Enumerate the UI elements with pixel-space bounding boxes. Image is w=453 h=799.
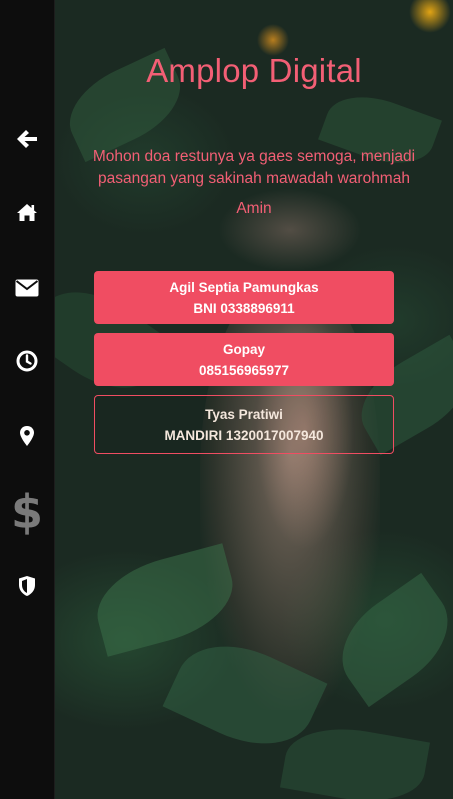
sidebar-nav: $ xyxy=(0,0,55,799)
account-number: MANDIRI 1320017007940 xyxy=(164,427,324,443)
page-title: Amplop Digital xyxy=(146,52,362,89)
location-button[interactable] xyxy=(0,416,54,456)
account-holder-name: Tyas Pratiwi xyxy=(205,406,283,422)
account-card-tyas[interactable]: Tyas Pratiwi MANDIRI 1320017007940 xyxy=(94,395,394,454)
account-number: BNI 0338896911 xyxy=(193,300,295,316)
home-button[interactable] xyxy=(0,192,54,232)
map-marker-icon xyxy=(20,426,34,446)
envelope-button[interactable] xyxy=(0,268,54,308)
home-icon xyxy=(17,204,37,221)
main-content: Amplop Digital Mohon doa restunya ya gae… xyxy=(55,0,453,799)
envelope-icon xyxy=(15,279,39,297)
back-button[interactable] xyxy=(0,119,54,159)
clock-button[interactable] xyxy=(0,341,54,381)
account-card-agil[interactable]: Agil Septia Pamungkas BNI 0338896911 xyxy=(94,271,394,324)
dollar-icon: $ xyxy=(13,489,41,535)
account-card-gopay[interactable]: Gopay 085156965977 xyxy=(94,333,394,386)
arrow-left-icon xyxy=(17,130,37,148)
account-holder-name: Agil Septia Pamungkas xyxy=(169,279,319,295)
shield-icon xyxy=(19,576,35,596)
wedding-message: Mohon doa restunya ya gaes semoga, menja… xyxy=(92,148,416,187)
account-holder-name: Gopay xyxy=(222,341,265,357)
shield-button[interactable] xyxy=(0,566,54,606)
gift-money-button[interactable]: $ xyxy=(0,488,54,536)
amin-text: Amin xyxy=(236,200,272,217)
svg-text:$: $ xyxy=(13,489,41,535)
clock-icon xyxy=(16,350,38,372)
account-number: 085156965977 xyxy=(198,362,290,378)
